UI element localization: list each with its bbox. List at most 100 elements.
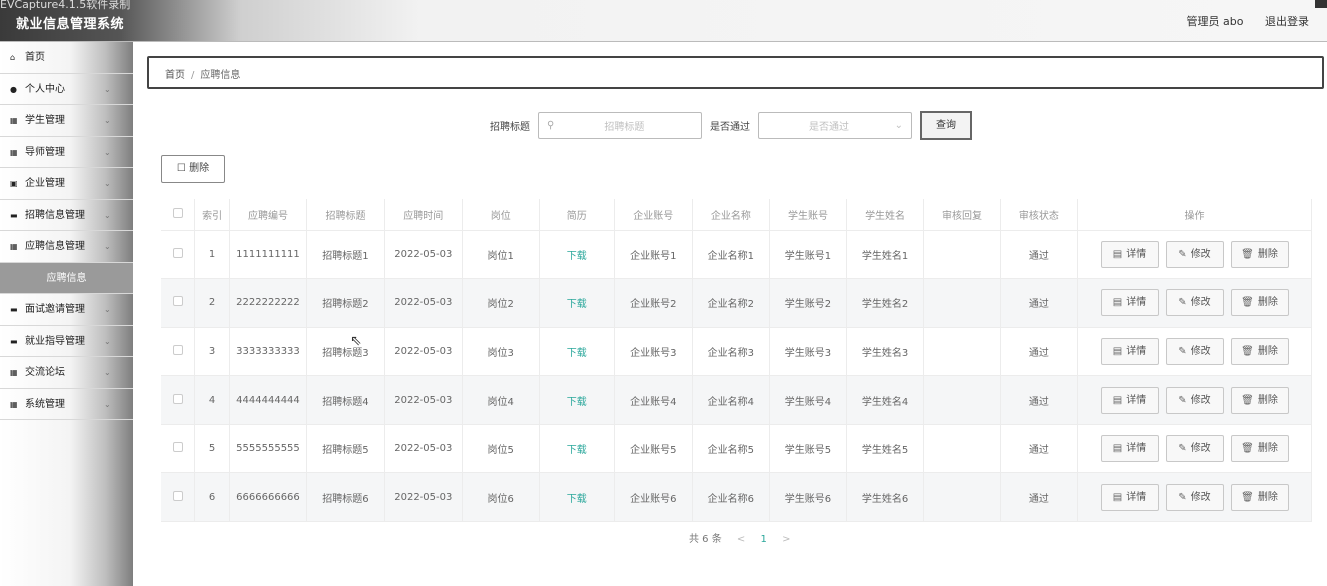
resume-download-link[interactable]: 下载 — [539, 327, 616, 377]
delete-button[interactable]: 🗑 删除 — [1230, 435, 1289, 463]
table-cell — [923, 278, 1001, 328]
sidebar-item-label: 导师管理 — [25, 146, 65, 158]
detail-button[interactable]: ▤ 详情 — [1100, 435, 1159, 463]
next-page-button[interactable]: > — [782, 534, 790, 545]
delete-label: 删除 — [1257, 443, 1278, 455]
table-header-row: 索引 应聘编号 招聘标题 应聘时间 岗位 简历 企业账号 企业名称 学生账号 学生姓名 审核回复 审核… — [161, 199, 1312, 231]
edit-button[interactable]: ✎ 修改 — [1165, 289, 1224, 317]
resume-download-link[interactable]: 下载 — [539, 375, 616, 425]
table-row: 1 1111111111 招聘标题1 2022-05-03 岗位1 下载 企业账号1 企业名称… — [161, 230, 1312, 280]
logout-link[interactable]: 退出登录 — [1265, 15, 1309, 28]
sidebar-item[interactable]: ▦ 系统管理 ⌄ — [0, 389, 133, 420]
table-cell: 3333333333 — [229, 327, 308, 377]
title-search-input[interactable]: ⚲ 招聘标题 — [538, 111, 702, 139]
table-cell: 企业名称2 — [692, 278, 771, 328]
edit-button[interactable]: ✎ 修改 — [1165, 240, 1224, 268]
delete-button[interactable]: 🗑 删除 — [1230, 386, 1289, 414]
pencil-icon: ✎ — [1178, 248, 1187, 260]
prev-page-button[interactable]: < — [737, 534, 745, 545]
pencil-icon: ✎ — [1178, 345, 1187, 357]
pagination: 共 6 条 < 1 > — [689, 530, 802, 545]
delete-button[interactable]: 🗑 删除 — [1230, 289, 1289, 317]
detail-button[interactable]: ▤ 详情 — [1100, 337, 1159, 365]
resume-download-link[interactable]: 下载 — [539, 278, 616, 328]
edit-button[interactable]: ✎ 修改 — [1165, 386, 1224, 414]
row-checkbox[interactable] — [172, 442, 183, 453]
sidebar-item[interactable]: ⌂ 首页 — [0, 42, 133, 74]
table-cell: 企业账号1 — [614, 230, 693, 280]
sidebar-item[interactable]: ▬ 招聘信息管理 ⌄ — [0, 200, 133, 231]
window-corner-icon — [1315, 0, 1327, 8]
detail-label: 详情 — [1126, 491, 1147, 503]
sidebar-item[interactable]: ● 个人中心 ⌄ — [0, 74, 133, 105]
document-icon: ▤ — [1112, 248, 1123, 260]
batch-delete-button[interactable]: ☐ 删除 — [161, 155, 225, 183]
review-select[interactable]: 是否通过 ⌄ — [758, 111, 912, 139]
sidebar-item[interactable]: ▦ 导师管理 ⌄ — [0, 137, 133, 168]
table-cell: 学生姓名2 — [846, 278, 925, 328]
column-header: 简历 — [539, 199, 616, 231]
detail-button[interactable]: ▤ 详情 — [1100, 386, 1159, 414]
table-cell: 4444444444 — [229, 375, 308, 425]
row-checkbox[interactable] — [172, 247, 183, 258]
resume-download-link[interactable]: 下载 — [539, 230, 616, 280]
detail-button[interactable]: ▤ 详情 — [1100, 289, 1159, 317]
edit-button[interactable]: ✎ 修改 — [1165, 435, 1224, 463]
document-icon: ▤ — [1112, 491, 1123, 503]
table-cell: 通过 — [1000, 327, 1079, 377]
delete-button[interactable]: 🗑 删除 — [1230, 337, 1289, 365]
table-cell: 招聘标题3 — [306, 327, 385, 377]
edit-label: 修改 — [1190, 297, 1211, 309]
sidebar-item[interactable]: ▬ 面试邀请管理 ⌄ — [0, 294, 133, 326]
edit-button[interactable]: ✎ 修改 — [1165, 337, 1224, 365]
breadcrumb-home[interactable]: 首页 — [165, 70, 185, 81]
table-cell: 企业名称4 — [692, 375, 771, 425]
delete-button[interactable]: 🗑 删除 — [1230, 240, 1289, 268]
row-checkbox[interactable] — [172, 393, 183, 404]
mouse-cursor-icon: ⇖ — [350, 333, 362, 349]
app-title: 就业信息管理系统 — [16, 17, 125, 32]
detail-button[interactable]: ▤ 详情 — [1100, 483, 1159, 511]
sidebar-item[interactable]: ▦ 学生管理 ⌄ — [0, 105, 133, 137]
row-select-cell[interactable] — [161, 327, 196, 377]
page-number[interactable]: 1 — [761, 534, 767, 545]
select-all-checkbox[interactable] — [172, 207, 183, 218]
table-cell: 企业账号4 — [614, 375, 693, 425]
edit-label: 修改 — [1190, 443, 1211, 455]
row-select-cell[interactable] — [161, 230, 196, 280]
sidebar-item[interactable]: ▬ 就业指导管理 ⌄ — [0, 326, 133, 357]
user-label: 管理员 abo — [1186, 15, 1244, 28]
select-all-cell[interactable] — [161, 199, 196, 231]
sidebar-item[interactable]: 应聘信息 — [0, 262, 133, 294]
row-select-cell[interactable] — [161, 278, 196, 328]
row-checkbox[interactable] — [172, 490, 183, 501]
chevron-down-icon: ⌄ — [104, 147, 111, 157]
sidebar-item[interactable]: ▣ 企业管理 ⌄ — [0, 168, 133, 200]
row-select-cell[interactable] — [161, 424, 196, 474]
table-cell: 招聘标题2 — [306, 278, 385, 328]
table-cell: 企业名称5 — [692, 424, 771, 474]
query-button[interactable]: 查询 — [920, 110, 972, 140]
edit-button[interactable]: ✎ 修改 — [1165, 483, 1224, 511]
table-cell: 学生账号3 — [769, 327, 847, 377]
table-cell: 5 — [194, 424, 230, 474]
home-icon: ⌂ — [10, 53, 16, 62]
table-cell: 学生姓名1 — [846, 230, 925, 280]
sidebar-item[interactable]: ▦ 交流论坛 ⌄ — [0, 357, 133, 389]
column-header: 应聘编号 — [229, 199, 308, 231]
row-actions: ▤ 详情 ✎ 修改 🗑 删除 — [1078, 435, 1311, 463]
row-checkbox[interactable] — [172, 296, 183, 307]
row-select-cell[interactable] — [161, 472, 196, 523]
sidebar-item[interactable]: ▦ 应聘信息管理 ⌄ — [0, 231, 133, 263]
row-actions: ▤ 详情 ✎ 修改 🗑 删除 — [1078, 240, 1311, 268]
row-select-cell[interactable] — [161, 375, 196, 425]
column-header: 企业名称 — [692, 199, 771, 231]
table-cell: 通过 — [1000, 230, 1079, 280]
resume-download-link[interactable]: 下载 — [539, 472, 616, 523]
title-search-placeholder: 招聘标题 — [604, 121, 645, 133]
resume-download-link[interactable]: 下载 — [539, 424, 616, 474]
delete-button[interactable]: 🗑 删除 — [1230, 483, 1289, 511]
monitor-icon: ▬ — [10, 305, 18, 314]
row-checkbox[interactable] — [172, 344, 183, 355]
detail-button[interactable]: ▤ 详情 — [1100, 240, 1159, 268]
